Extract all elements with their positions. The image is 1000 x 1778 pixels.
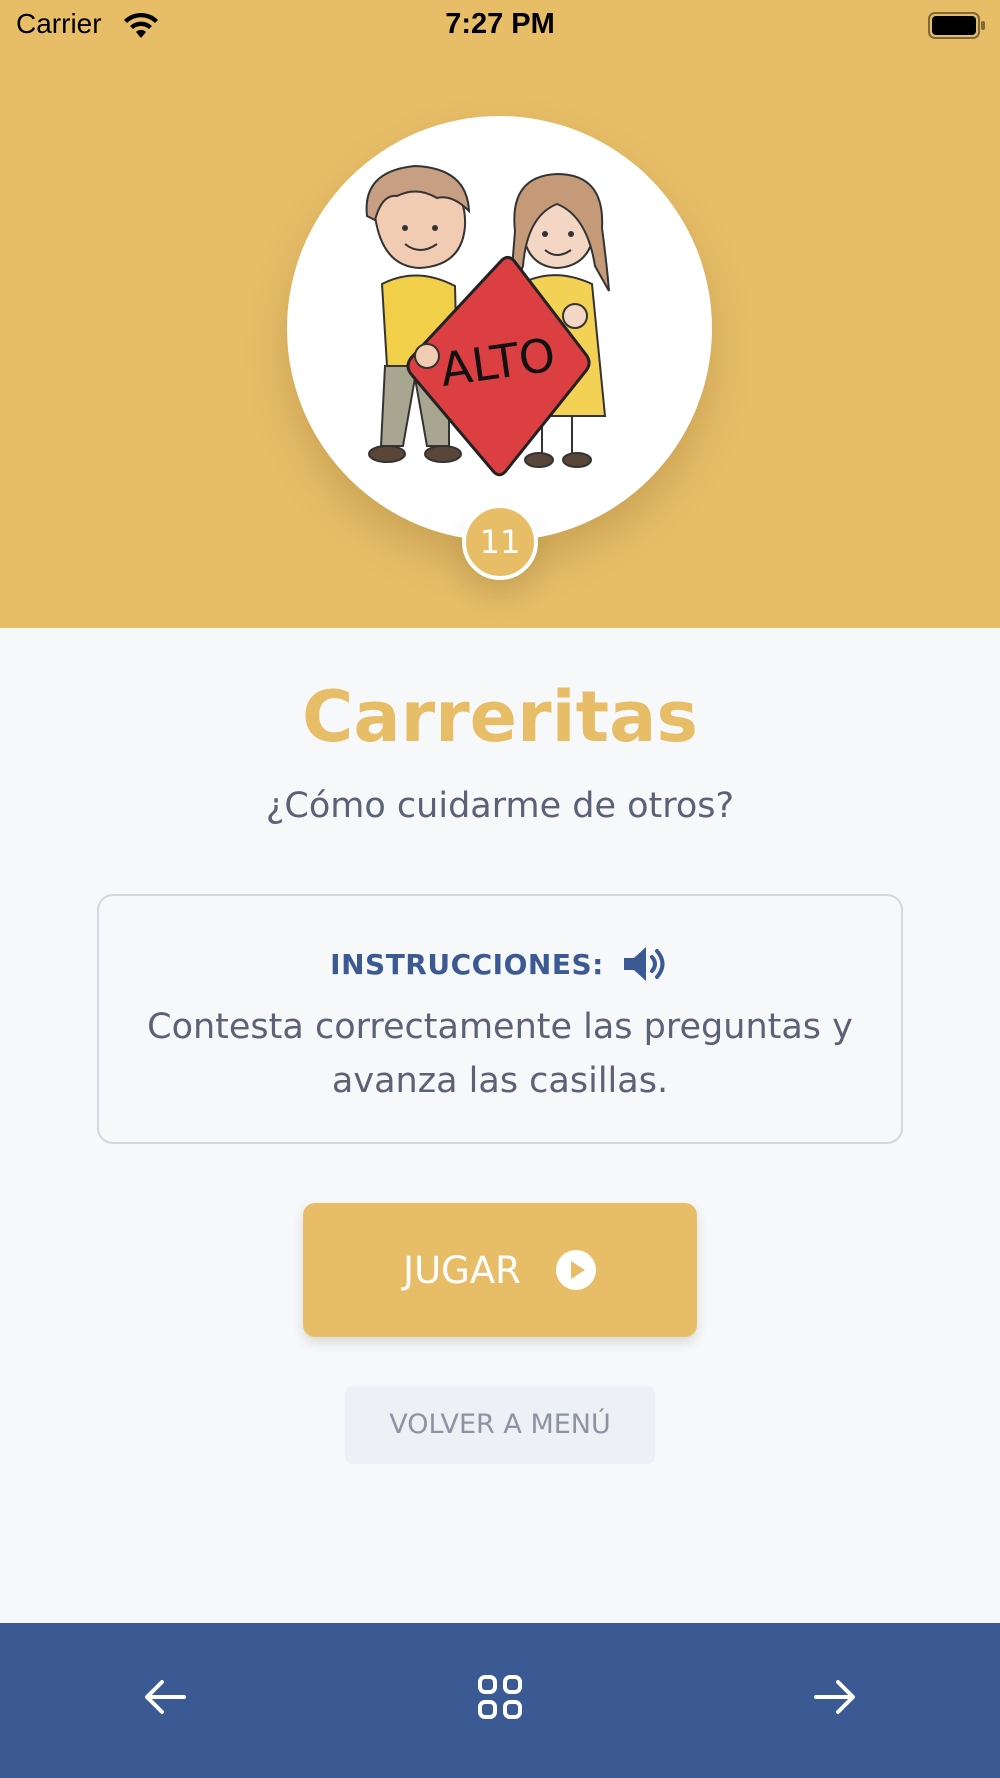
- instructions-header: INSTRUCCIONES:: [99, 944, 901, 984]
- arrow-left-icon[interactable]: [138, 1669, 194, 1725]
- instructions-card: INSTRUCCIONES: Contesta correctamente la…: [97, 894, 903, 1144]
- arrow-right-icon[interactable]: [806, 1669, 862, 1725]
- back-to-menu-button[interactable]: VOLVER A MENÚ: [345, 1386, 655, 1464]
- instructions-label: INSTRUCCIONES:: [330, 947, 604, 981]
- battery-icon: [928, 12, 985, 39]
- play-button[interactable]: JUGAR: [303, 1203, 697, 1337]
- status-time: 7:27 PM: [445, 8, 555, 40]
- game-title: Carreritas: [301, 676, 698, 758]
- game-subtitle: ¿Cómo cuidarme de otros?: [265, 786, 735, 826]
- speaker-icon[interactable]: [622, 944, 670, 984]
- grid-icon[interactable]: [472, 1669, 528, 1725]
- play-circle-icon: [555, 1250, 596, 1290]
- bottom-nav-bar: [0, 1623, 1000, 1778]
- game-illustration: ALTO: [287, 116, 712, 541]
- children-stop-sign-illustration: ALTO: [365, 164, 610, 477]
- instructions-text: Contesta correctamente las preguntas y a…: [147, 1007, 853, 1101]
- play-button-label: JUGAR: [403, 1248, 521, 1292]
- status-bar: Carrier 7:27 PM: [0, 0, 1000, 52]
- level-badge: 11: [462, 504, 538, 580]
